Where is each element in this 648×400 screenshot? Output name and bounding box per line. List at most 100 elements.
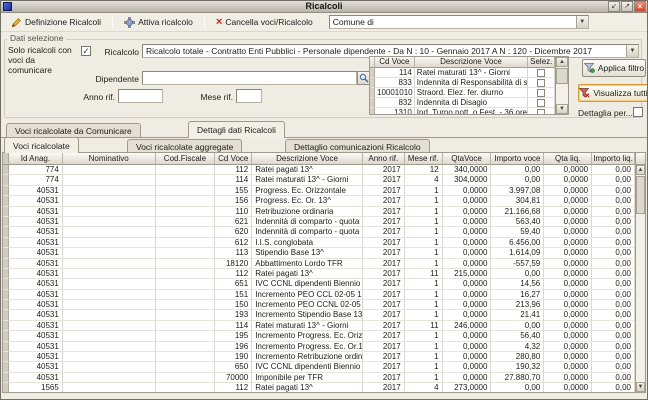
- id-anag-cell: 40531: [9, 290, 63, 300]
- tab-voci-ricalcolate-da-comunicare[interactable]: Voci ricalcolate da Comunicare: [6, 123, 141, 137]
- definizione-ricalcoli-button[interactable]: Definizione Ricalcoli: [5, 14, 107, 30]
- voci-filter-column-header[interactable]: Selez.: [528, 57, 555, 68]
- scroll-up-icon[interactable]: ▲: [636, 165, 645, 175]
- close-button[interactable]: ×: [634, 1, 646, 12]
- table-row[interactable]: 1565112Ratei pagati 13^20174273,00000,00…: [3, 383, 635, 393]
- selez-checkbox[interactable]: [537, 69, 545, 77]
- mese-rif-input[interactable]: [236, 89, 262, 103]
- table-row[interactable]: 40531155Progress. Ec. Orizzontale201710,…: [3, 186, 635, 196]
- selez-checkbox[interactable]: [537, 99, 545, 107]
- column-header-mese-rif[interactable]: Mese rif.: [405, 153, 443, 165]
- table-row[interactable]: 40531621Indennità di comparto - quota Fo…: [3, 217, 635, 227]
- id-anag-cell: 40531: [9, 310, 63, 320]
- table-row[interactable]: 774114Ratei maturati 13^ - Giorni2017430…: [3, 175, 635, 185]
- scrollbar-thumb[interactable]: [556, 68, 568, 84]
- column-header-anno-rif[interactable]: Anno rif.: [363, 153, 405, 165]
- importo-liq-cell: 0,00: [592, 321, 635, 331]
- tab-dettagli-dati-ricalcoli[interactable]: Dettagli dati Ricalcoli: [188, 121, 285, 138]
- scroll-up-icon[interactable]: ▲: [556, 57, 568, 67]
- table-row[interactable]: 40531193Incremento Stipendio Base 13^ CC…: [3, 310, 635, 320]
- only-recalc-checkbox[interactable]: [81, 46, 91, 56]
- selez-checkbox[interactable]: [537, 109, 545, 115]
- selez-checkbox[interactable]: [537, 79, 545, 87]
- dipendente-input[interactable]: [142, 71, 357, 85]
- company-combobox-value: Comune di: [330, 17, 576, 27]
- tab-dettaglio-comunicazioni-ricalcolo[interactable]: Dettaglio comunicazioni Ricalcolo: [285, 139, 430, 153]
- column-header-importo-voce[interactable]: Importo voce: [491, 153, 544, 165]
- column-header-qta-voce[interactable]: QtaVoce: [443, 153, 492, 165]
- id-anag-cell: 40531: [9, 238, 63, 248]
- descrizione-cell: Ind. Turno nott. o Fest. - 36 ore: [415, 108, 528, 115]
- chevron-down-icon[interactable]: ▼: [576, 16, 588, 28]
- qta-voce-cell: 0,0000: [443, 259, 492, 269]
- column-header-cod-fiscale[interactable]: Cod.Fiscale: [156, 153, 216, 165]
- maximize-button[interactable]: ↗: [621, 1, 633, 12]
- column-header-descrizione-voce[interactable]: Descrizione Voce: [252, 153, 363, 165]
- mese-rif-cell: 4: [405, 175, 443, 185]
- anno-rif-label: Anno rif.: [75, 92, 115, 102]
- importo-liq-cell: 0,00: [592, 373, 635, 383]
- qta-liq-cell: 0,0000: [544, 373, 592, 383]
- voci-filter-row[interactable]: 833Indennita di Responsabilità di serviz…: [370, 78, 555, 88]
- column-header-importo-liq[interactable]: Importo liq.: [592, 153, 635, 165]
- visualizza-tutti-button[interactable]: Visualizza tutti: [578, 84, 648, 102]
- voci-filter-row[interactable]: 114Ratei maturati 13^ - Giorni: [370, 68, 555, 78]
- table-row[interactable]: 40531151Incremento PEO CCL 02-05 13^2017…: [3, 290, 635, 300]
- table-row[interactable]: 40531156Progress. Ec. Or. 13^201710,0000…: [3, 196, 635, 206]
- scroll-down-icon[interactable]: ▼: [636, 382, 645, 392]
- table-row[interactable]: 40531114Ratei maturati 13^ - Giorni20171…: [3, 321, 635, 331]
- table-row[interactable]: 40531110Retribuzione ordinaria201710,000…: [3, 207, 635, 217]
- mese-rif-cell: 1: [405, 186, 443, 196]
- dettaglia-per-checkbox[interactable]: [633, 107, 643, 117]
- column-header-qta-liq[interactable]: Qta liq.: [544, 153, 592, 165]
- table-row[interactable]: 4053118120Abbattimento Lordo TFR201710,0…: [3, 259, 635, 269]
- table-row[interactable]: 40531651IVC CCNL dipendenti Biennio 2010…: [3, 279, 635, 289]
- table-row[interactable]: 4053170000Imponibile per TFR201710,00002…: [3, 373, 635, 383]
- mese-rif-cell: 1: [405, 207, 443, 217]
- voci-filter-row[interactable]: 10001010Straord. Elez. fer. diurno: [370, 88, 555, 98]
- table-row[interactable]: 40531112Ratei pagati 13^201711215,00000,…: [3, 269, 635, 279]
- cd-voce-cell: 112: [215, 383, 252, 393]
- cod-fiscale-cell: [156, 186, 216, 196]
- table-row[interactable]: 40531113Stipendio Base 13^201710,00001.6…: [3, 248, 635, 258]
- importo-liq-cell: 0,00: [592, 227, 635, 237]
- mese-rif-cell: 1: [405, 373, 443, 383]
- table-row[interactable]: 40531650IVC CCNL dipendenti Biennio 2010…: [3, 362, 635, 372]
- mese-rif-cell: 1: [405, 352, 443, 362]
- table-row[interactable]: 40531196Incremento Progress. Ec. Or.13^2…: [3, 342, 635, 352]
- voci-filter-column-header[interactable]: Descrizione Voce: [415, 57, 528, 68]
- mese-rif-cell: 1: [405, 238, 443, 248]
- outer-tab-baseline: [1, 137, 647, 138]
- tab-voci-ricalcolate-aggregate[interactable]: Voci ricalcolate aggregate: [127, 139, 242, 153]
- table-vertical-scrollbar[interactable]: ▲ ▼: [636, 152, 646, 393]
- id-anag-cell: 40531: [9, 269, 63, 279]
- cd-voce-cell: 112: [215, 269, 252, 279]
- applica-filtro-button[interactable]: Applica filtro: [582, 59, 646, 77]
- attiva-ricalcolo-button[interactable]: Attiva ricalcolo: [118, 14, 199, 30]
- importo-voce-cell: 14,56: [491, 279, 544, 289]
- voci-filter-row[interactable]: 1310Ind. Turno nott. o Fest. - 36 ore: [370, 108, 555, 115]
- restore-button[interactable]: ↙: [608, 1, 620, 12]
- scrollbar-thumb[interactable]: [636, 176, 645, 214]
- company-combobox[interactable]: Comune di ▼: [329, 15, 589, 29]
- chevron-down-icon[interactable]: ▼: [626, 45, 638, 57]
- cancella-voci-button[interactable]: × Cancella voci/Ricalcolo: [210, 14, 319, 30]
- anno-rif-cell: 2017: [363, 238, 405, 248]
- voci-filter-column-header[interactable]: Cd Voce: [375, 57, 415, 68]
- table-row[interactable]: 40531150Incremento PEO CCNL 02-05201710,…: [3, 300, 635, 310]
- table-row[interactable]: 40531620Indennità di comparto - quota bi…: [3, 227, 635, 237]
- column-header-cd-voce[interactable]: Cd Voce: [215, 153, 252, 165]
- table-row[interactable]: 40531190Incremento Retribuzione ordinari…: [3, 352, 635, 362]
- column-header-id-anag[interactable]: Id Anag.: [9, 153, 63, 165]
- scroll-down-icon[interactable]: ▼: [556, 104, 568, 114]
- table-row[interactable]: 40531195Incremento Progress. Ec. Orizzon…: [3, 331, 635, 341]
- cod-fiscale-cell: [156, 207, 216, 217]
- table-row[interactable]: 774112Ratei pagati 13^201712340,00000,00…: [3, 165, 635, 175]
- anno-rif-input[interactable]: [118, 89, 163, 103]
- voci-filter-scrollbar[interactable]: ▲ ▼: [556, 56, 569, 115]
- table-row[interactable]: 40531612I.I.S. conglobata201710,00006.45…: [3, 238, 635, 248]
- tab-voci-ricalcolate[interactable]: Voci ricalcolate: [4, 137, 79, 153]
- column-header-nominativo[interactable]: Nominativo: [63, 153, 156, 165]
- voci-filter-row[interactable]: 832Indennita di Disagio: [370, 98, 555, 108]
- selez-checkbox[interactable]: [537, 89, 545, 97]
